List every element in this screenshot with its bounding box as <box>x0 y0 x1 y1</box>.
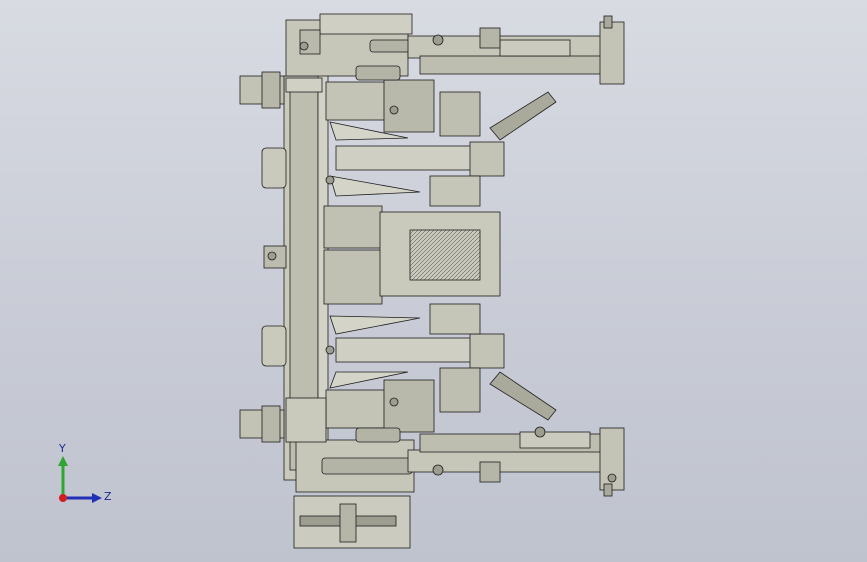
bolt <box>432 34 444 46</box>
detail-block <box>429 175 481 207</box>
fixture-assembly-model[interactable] <box>239 13 625 549</box>
detail-block <box>429 303 481 335</box>
detail-block <box>499 39 571 57</box>
bolt <box>267 251 277 261</box>
bottom-left-clamp <box>285 397 327 443</box>
lower-angled-arm <box>489 371 557 421</box>
top-arm-lower <box>419 55 621 75</box>
orientation-triad: Y Z <box>58 442 112 503</box>
bolt <box>534 426 546 438</box>
bolt <box>325 175 335 185</box>
origin-icon <box>59 494 67 502</box>
y-axis-arrow-icon <box>58 456 68 466</box>
bolt <box>389 105 399 115</box>
bolt <box>607 473 617 483</box>
y-axis-label: Y <box>58 442 66 455</box>
bolt <box>389 397 399 407</box>
detail-block <box>439 91 481 137</box>
top-arm-end <box>599 21 625 85</box>
upper-beam-end <box>469 141 505 177</box>
lower-beam-end <box>469 333 505 369</box>
left-clamp-top-handle <box>261 71 281 109</box>
detail-block <box>519 431 591 449</box>
top-left-clamp <box>285 77 323 93</box>
bottom-plate-block <box>339 503 357 543</box>
cad-viewport[interactable] <box>0 0 867 562</box>
upper-cylinder-2 <box>369 39 411 53</box>
lower-motor-block <box>325 389 387 429</box>
upper-motor-block <box>325 81 387 121</box>
lower-wedge <box>329 315 421 335</box>
upper-gear-box <box>383 79 435 133</box>
center-clamp-shadow <box>409 229 481 281</box>
center-block-upper <box>323 205 383 249</box>
lower-gear-box <box>383 379 435 433</box>
z-axis-label: Z <box>104 490 112 503</box>
upper-angled-arm <box>489 91 557 141</box>
detail-block <box>479 461 501 483</box>
left-boss-3 <box>261 325 287 367</box>
bolt <box>299 41 309 51</box>
z-axis-arrow-icon <box>92 493 102 503</box>
bolt <box>325 345 335 355</box>
top-arm-pin <box>603 15 613 29</box>
center-block-lower <box>323 249 383 305</box>
bottom-cylinder <box>321 457 413 475</box>
lower-cylinder <box>355 427 401 443</box>
upper-wedge-2 <box>329 175 421 197</box>
bottom-arm-pin <box>603 483 613 497</box>
upper-cylinder <box>355 65 401 81</box>
bolt <box>432 464 444 476</box>
detail-block <box>479 27 501 49</box>
left-clamp-bottom-handle <box>261 405 281 443</box>
detail-block <box>439 367 481 413</box>
top-block-cap <box>319 13 413 35</box>
left-boss-1 <box>261 147 287 189</box>
